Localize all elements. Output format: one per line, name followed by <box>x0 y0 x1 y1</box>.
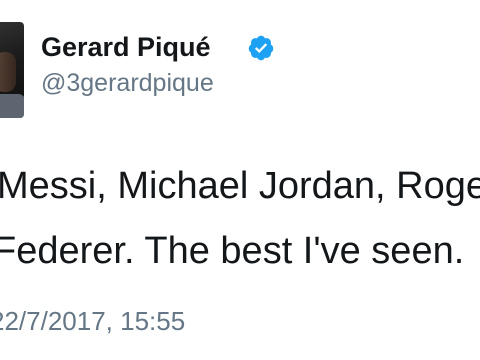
avatar-shoulder <box>0 94 24 118</box>
avatar-face <box>0 52 16 92</box>
user-handle[interactable]: @3gerardpique <box>41 67 214 99</box>
avatar[interactable] <box>0 22 24 118</box>
display-name[interactable]: Gerard Piqué <box>41 30 211 64</box>
tweet-text-line-1: Messi, Michael Jordan, Roger <box>0 165 480 207</box>
tweet-timestamp[interactable]: 22/7/2017, 15:55 <box>0 305 185 337</box>
tweet-card: Gerard Piqué @3gerardpique Messi, Michae… <box>0 0 480 360</box>
verified-badge-icon <box>248 35 274 61</box>
tweet-text-line-2: Federer. The best I've seen. <box>0 230 465 272</box>
